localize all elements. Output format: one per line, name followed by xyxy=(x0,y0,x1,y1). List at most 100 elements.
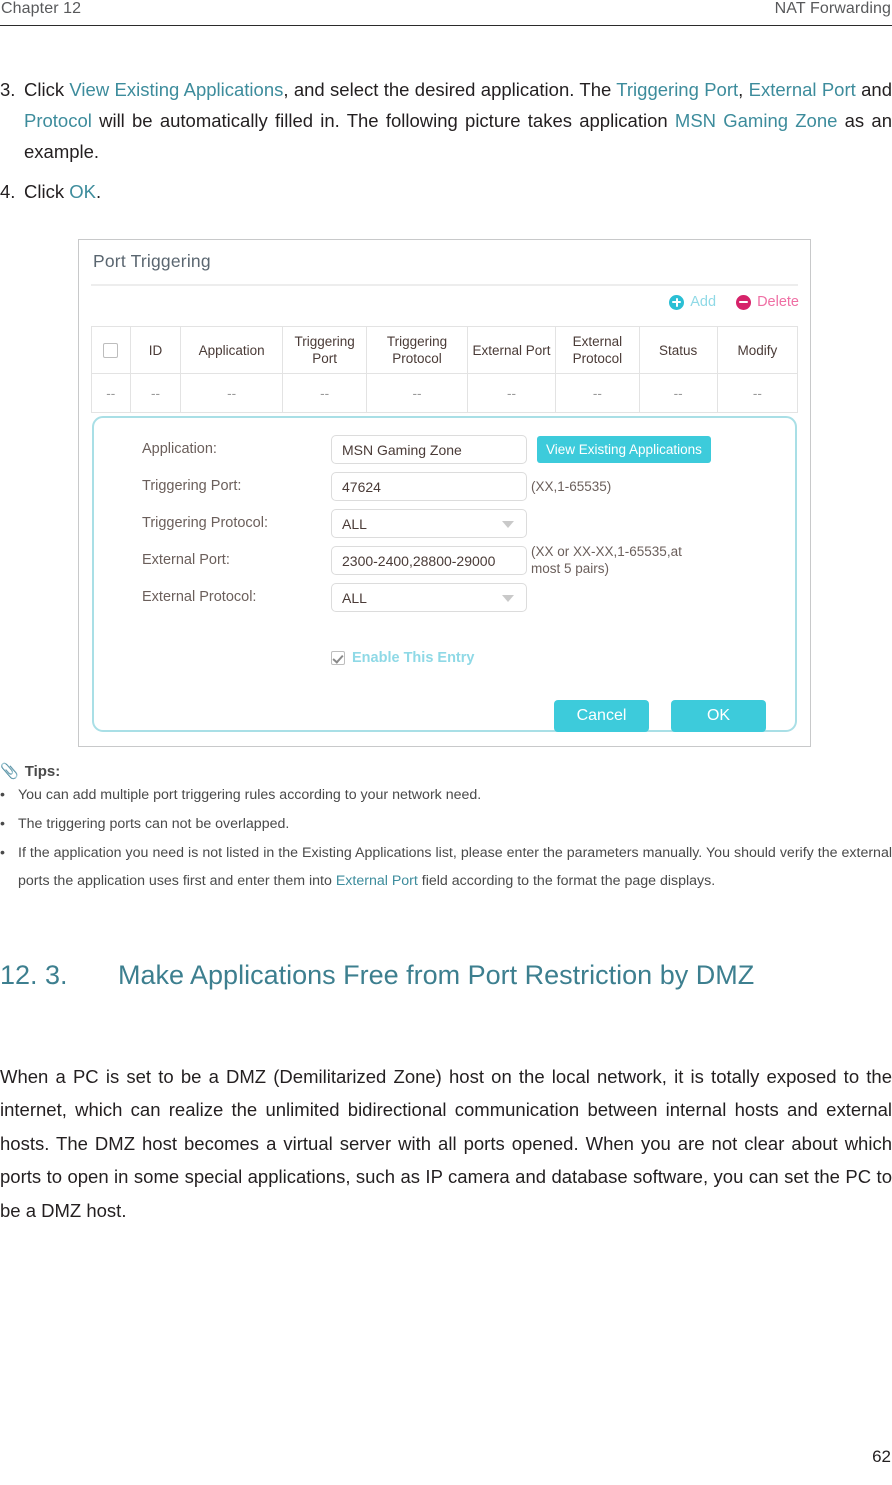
external-port-hint: (XX or XX-XX,1-65535,at most 5 pairs) xyxy=(531,544,682,576)
cell-select: -- xyxy=(91,373,131,413)
cell-modify: -- xyxy=(716,373,799,413)
header-rule xyxy=(0,25,892,26)
application-label: Application: xyxy=(142,441,217,457)
port-triggering-table: ID Application Triggering Port Triggerin… xyxy=(91,326,799,413)
entry-form: Application: MSN Gaming Zone View Existi… xyxy=(92,416,797,732)
section-heading: 12. 3. Make Applications Free from Port … xyxy=(0,954,892,996)
external-port-input[interactable]: 2300-2400,28800-29000 xyxy=(331,546,527,575)
external-protocol-label: External Protocol: xyxy=(142,589,257,605)
external-protocol-select[interactable]: ALL xyxy=(331,583,527,612)
tip-item: • You can add multiple port triggering r… xyxy=(0,781,892,809)
running-head-section: NAT Forwarding xyxy=(774,0,891,17)
port-triggering-panel: Port Triggering Add Delete ID Applicatio… xyxy=(78,239,811,747)
col-header-id: ID xyxy=(129,326,182,374)
inline-link: External Port xyxy=(748,79,856,100)
table-header-row: ID Application Triggering Port Triggerin… xyxy=(91,326,799,374)
table-body: -- -- -- -- -- -- -- -- -- xyxy=(91,373,799,413)
triggering-port-input[interactable]: 47624 xyxy=(331,472,527,501)
cell-id: -- xyxy=(129,373,182,413)
triggering-port-label: Triggering Port: xyxy=(142,478,242,494)
cell-status: -- xyxy=(638,373,718,413)
col-header-triggering-protocol: Triggering Protocol xyxy=(366,326,468,374)
tip-text: You can add multiple port triggering rul… xyxy=(18,787,482,803)
panel-title: Port Triggering xyxy=(93,251,211,271)
triggering-port-field[interactable]: 47624 xyxy=(331,472,527,501)
section-number: 12. 3. xyxy=(0,960,68,990)
table-toolbar: Add Delete xyxy=(669,294,799,310)
step-item: 3. Click View Existing Applications, and… xyxy=(0,74,892,167)
triggering-protocol-label: Triggering Protocol: xyxy=(142,515,268,531)
inline-link: Triggering Port xyxy=(616,79,739,100)
application-field[interactable]: MSN Gaming Zone xyxy=(331,435,527,464)
application-input[interactable]: MSN Gaming Zone xyxy=(331,435,527,464)
step-text: Click View Existing Applications, and se… xyxy=(24,79,892,162)
running-head: Chapter 12 NAT Forwarding xyxy=(0,0,892,27)
delete-button[interactable]: Delete xyxy=(736,294,799,310)
chevron-down-icon xyxy=(502,595,514,602)
cell-external-port: -- xyxy=(466,373,557,413)
inline-link: OK xyxy=(69,181,96,202)
enable-this-entry-row[interactable]: Enable This Entry xyxy=(331,650,474,666)
step-item: 4. Click OK. xyxy=(0,176,892,207)
chevron-down-icon xyxy=(502,521,514,528)
enable-this-entry-checkbox[interactable] xyxy=(331,651,345,665)
step-text: Click OK. xyxy=(24,181,102,202)
tip-text: If the application you need is not liste… xyxy=(18,845,892,889)
table-header: ID Application Triggering Port Triggerin… xyxy=(91,326,799,374)
col-header-application: Application xyxy=(180,326,283,374)
triggering-port-hint: (XX,1-65535) xyxy=(531,479,612,494)
view-existing-applications-button[interactable]: View Existing Applications xyxy=(537,436,711,463)
tip-item: • If the application you need is not lis… xyxy=(0,839,892,895)
col-header-external-port: External Port xyxy=(466,326,557,374)
page: Chapter 12 NAT Forwarding 3. Click View … xyxy=(0,0,892,1485)
step-number: 3. xyxy=(0,79,16,100)
inline-link: External Port xyxy=(335,873,418,889)
col-header-status: Status xyxy=(638,326,718,374)
external-protocol-value: ALL xyxy=(342,589,367,606)
add-button[interactable]: Add xyxy=(669,294,716,310)
step-list: 3. Click View Existing Applications, and… xyxy=(0,74,892,216)
cell-application: -- xyxy=(180,373,283,413)
cell-external-protocol: -- xyxy=(555,373,640,413)
cell-triggering-protocol: -- xyxy=(366,373,468,413)
running-head-chapter: Chapter 12 xyxy=(1,0,82,17)
external-port-label: External Port: xyxy=(142,552,230,568)
bullet-icon: • xyxy=(0,816,5,832)
add-button-label: Add xyxy=(690,294,717,310)
external-port-field[interactable]: 2300-2400,28800-29000 xyxy=(331,546,527,575)
view-existing-applications-label: View Existing Applications xyxy=(537,436,711,463)
select-all-header[interactable] xyxy=(91,326,131,374)
bullet-icon: • xyxy=(0,787,5,803)
inline-link: View Existing Applications xyxy=(69,79,284,100)
select-all-checkbox[interactable] xyxy=(103,343,119,359)
bullet-icon: • xyxy=(0,845,5,861)
delete-button-label: Delete xyxy=(757,294,799,310)
triggering-protocol-select[interactable]: ALL xyxy=(331,509,527,538)
section-title: Make Applications Free from Port Restric… xyxy=(118,960,755,990)
enable-this-entry-label: Enable This Entry xyxy=(352,650,475,666)
tips-heading: 📎 Tips: xyxy=(0,762,892,781)
triggering-protocol-field[interactable]: ALL xyxy=(331,509,527,538)
step-number: 4. xyxy=(0,181,16,202)
col-header-external-protocol: External Protocol xyxy=(555,326,640,374)
paperclip-icon: 📎 xyxy=(0,763,19,780)
inline-link: MSN Gaming Zone xyxy=(674,110,838,131)
body-paragraph: When a PC is set to be a DMZ (Demilitari… xyxy=(0,1066,892,1221)
external-protocol-field[interactable]: ALL xyxy=(331,583,527,612)
tips-heading-label: Tips: xyxy=(24,762,61,780)
cell-triggering-port: -- xyxy=(281,373,368,413)
triggering-protocol-value: ALL xyxy=(342,515,367,532)
page-number: 62 xyxy=(872,1447,891,1466)
plus-circle-icon xyxy=(669,294,685,310)
cancel-button[interactable]: Cancel xyxy=(554,700,649,732)
table-row: -- -- -- -- -- -- -- -- -- xyxy=(91,373,799,413)
tip-text: The triggering ports can not be overlapp… xyxy=(18,816,290,832)
col-header-modify: Modify xyxy=(716,326,799,374)
minus-circle-icon xyxy=(736,294,752,310)
tips-block: 📎 Tips: • You can add multiple port trig… xyxy=(0,762,892,895)
ok-button[interactable]: OK xyxy=(671,700,766,732)
tip-item: • The triggering ports can not be overla… xyxy=(0,810,892,838)
col-header-triggering-port: Triggering Port xyxy=(281,326,368,374)
form-actions: Cancel OK xyxy=(554,700,766,732)
panel-divider xyxy=(91,284,798,286)
